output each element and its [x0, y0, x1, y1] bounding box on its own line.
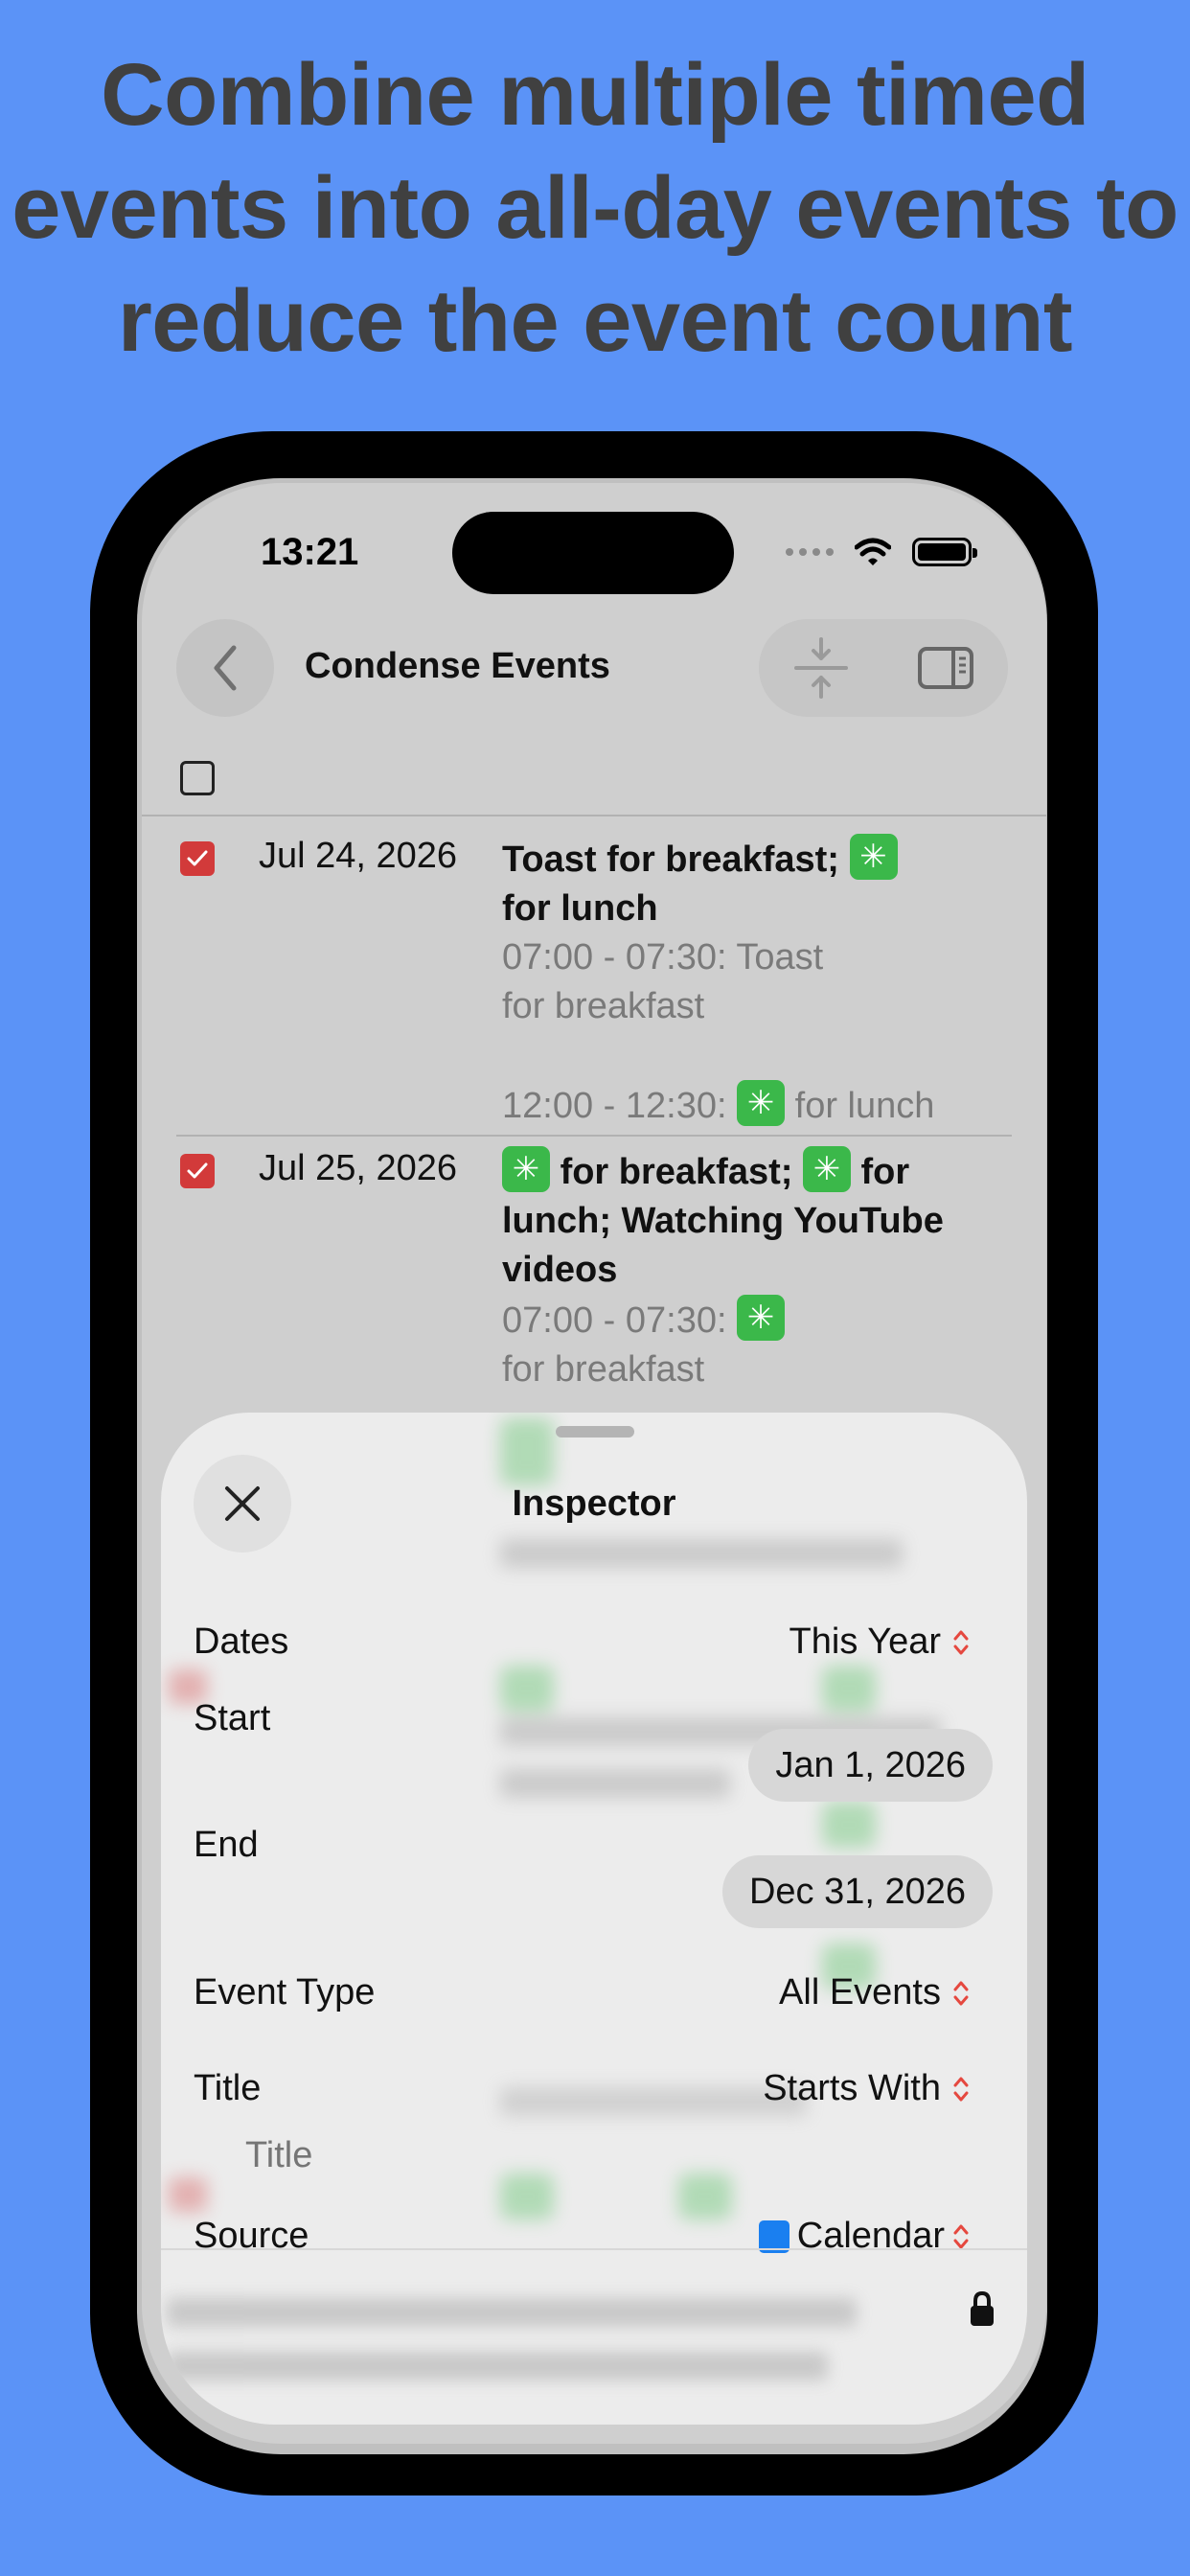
chevron-up-down-icon: [953, 1630, 969, 1654]
emoji-icon: [737, 1080, 786, 1126]
row-date: Jul 25, 2026: [259, 1148, 458, 1188]
dates-label: Dates: [194, 1622, 289, 1662]
condense-icon[interactable]: [792, 637, 850, 699]
title-field[interactable]: [245, 2135, 629, 2176]
sidebar-right-icon[interactable]: [917, 646, 974, 690]
event-type-value: All Events: [779, 1972, 941, 2012]
nav-title: Condense Events: [305, 646, 610, 686]
toolbar-button-group: [759, 619, 1008, 717]
chevron-left-icon: [214, 645, 237, 691]
chevron-up-down-icon: [953, 2224, 969, 2248]
event-detail: for breakfast: [502, 1349, 705, 1390]
row-divider: [176, 1135, 1012, 1137]
event-title: Toast for breakfast;: [502, 840, 839, 880]
back-button[interactable]: [176, 619, 274, 717]
event-title-cont: lunch; Watching YouTube: [502, 1201, 944, 1241]
end-date-picker[interactable]: Dec 31, 2026: [721, 1855, 993, 1928]
list-item[interactable]: for breakfast; for lunch; Watching YouTu…: [502, 1146, 1000, 1394]
inspector-sheet: Inspector Dates This Year Start Jan 1, 2…: [161, 1413, 1027, 2425]
event-detail: for breakfast: [502, 986, 705, 1026]
headline-line-2: events into all-day events to: [11, 159, 1179, 257]
event-title-cont: for lunch: [502, 888, 658, 929]
event-title: for: [860, 1152, 910, 1192]
battery-icon: [912, 538, 977, 566]
emoji-icon: [849, 834, 898, 880]
row-date: Jul 24, 2026: [259, 836, 458, 876]
title-match-picker[interactable]: Starts With: [763, 2068, 970, 2109]
chevron-up-down-icon: [953, 1981, 969, 2005]
headline-line-3: reduce the event count: [117, 272, 1073, 370]
event-type-picker[interactable]: All Events: [779, 1972, 970, 2013]
phone-screen: 13:21 Condense Events Jul 24, 2026 Toast…: [142, 483, 1046, 2444]
lock-icon[interactable]: [968, 2290, 996, 2329]
status-icons: [786, 533, 977, 571]
event-title-cont: videos: [502, 1250, 618, 1290]
end-label: End: [194, 1825, 259, 1865]
start-date-picker[interactable]: Jan 1, 2026: [748, 1729, 993, 1802]
event-type-label: Event Type: [194, 1972, 376, 2012]
header-divider: [142, 815, 1046, 816]
event-detail: 12:00 - 12:30:: [502, 1086, 727, 1126]
event-detail: for lunch: [794, 1086, 935, 1126]
emoji-icon: [737, 1295, 786, 1341]
start-label: Start: [194, 1698, 271, 1738]
cellular-signal-icon: [786, 548, 834, 556]
inspector-title: Inspector: [512, 1484, 676, 1524]
title-match-value: Starts With: [763, 2068, 941, 2108]
emoji-icon: [502, 1146, 550, 1192]
event-detail: 07:00 - 07:30: Toast: [502, 937, 824, 978]
emoji-icon: [802, 1146, 851, 1192]
checkmark-icon: [187, 850, 208, 866]
row-checkbox[interactable]: [180, 841, 215, 876]
sheet-grabber[interactable]: [556, 1426, 634, 1438]
headline-line-1: Combine multiple timed: [101, 46, 1089, 144]
title-label: Title: [194, 2068, 262, 2108]
select-all-checkbox[interactable]: [180, 761, 215, 795]
chevron-up-down-icon: [953, 2077, 969, 2101]
status-time: 13:21: [261, 531, 359, 573]
dates-value: This Year: [789, 1622, 941, 1662]
dates-picker[interactable]: This Year: [790, 1622, 970, 1663]
event-title: for breakfast;: [560, 1152, 793, 1192]
row-checkbox[interactable]: [180, 1154, 215, 1188]
event-detail: 07:00 - 07:30:: [502, 1300, 727, 1341]
blurred-footer-text: [167, 2287, 933, 2380]
checkmark-icon: [187, 1162, 208, 1179]
blurred-background: [161, 1413, 1027, 2246]
dynamic-island: [452, 512, 734, 594]
list-item[interactable]: Toast for breakfast; for lunch 07:00 - 0…: [502, 834, 1000, 1131]
sheet-footer: [161, 2248, 1027, 2425]
headline: Combine multiple timed events into all-d…: [0, 38, 1190, 378]
wifi-icon: [855, 538, 891, 565]
